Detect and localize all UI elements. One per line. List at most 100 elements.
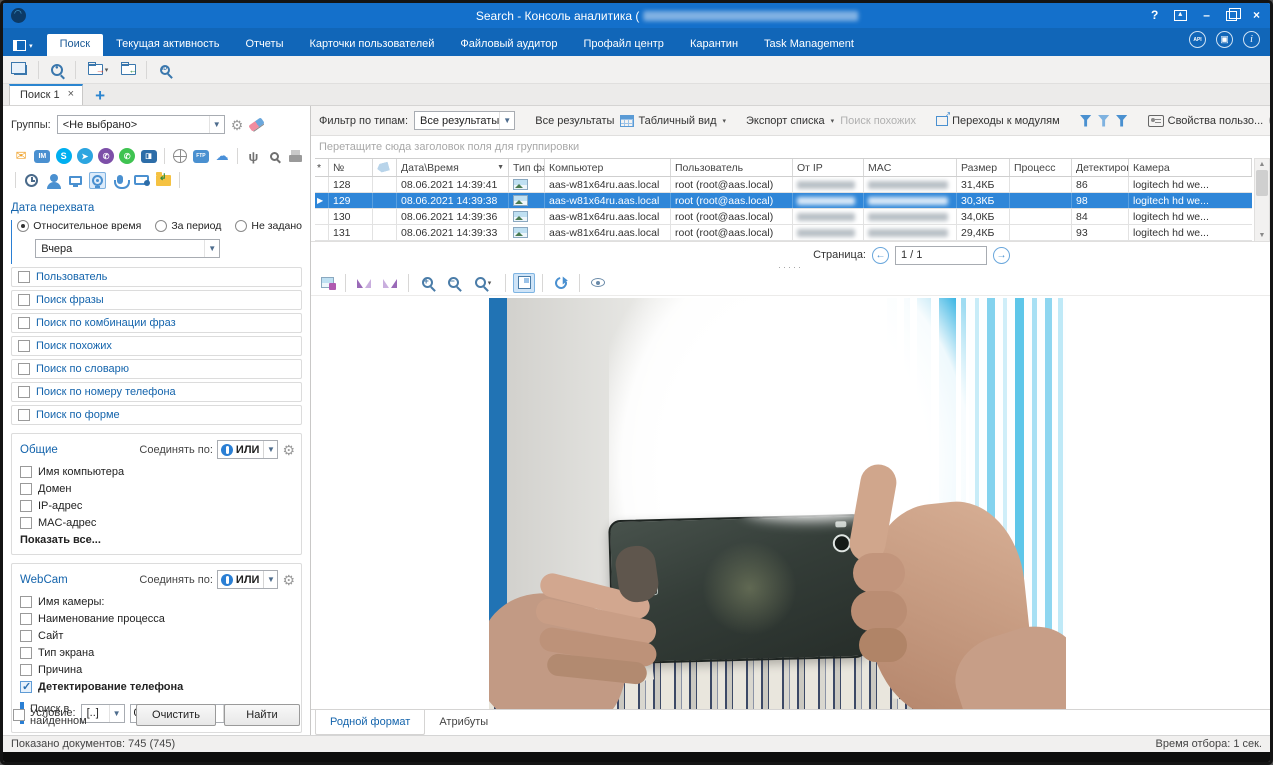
menu-tab-profile-center[interactable]: Профайл центр [570, 34, 676, 56]
find-button[interactable]: Найти [224, 704, 300, 726]
header-from-ip[interactable]: От IP [793, 159, 864, 176]
webcam-camera-name[interactable]: Имя камеры: [20, 593, 295, 610]
menu-tab-reports[interactable]: Отчеты [232, 34, 296, 56]
refresh-button[interactable] [550, 273, 572, 293]
radio-relative-time[interactable]: Относительное время [17, 220, 141, 232]
header-tag[interactable] [373, 159, 397, 176]
checkbox-icon[interactable] [20, 483, 32, 495]
checkbox-icon[interactable] [18, 409, 30, 421]
scroll-thumb[interactable] [1256, 170, 1268, 196]
filter-phone-number[interactable]: Поиск по номеру телефона [11, 382, 302, 402]
common-settings-icon[interactable]: ⚙ [282, 443, 295, 457]
menu-tab-user-cards[interactable]: Карточки пользователей [296, 34, 447, 56]
import-query-button[interactable] [117, 60, 139, 80]
tab-search-1[interactable]: Поиск 1 × [9, 84, 83, 105]
header-size[interactable]: Размер [957, 159, 1010, 176]
api-icon[interactable] [1189, 31, 1206, 48]
checkbox-icon[interactable] [18, 271, 30, 283]
header-mac[interactable]: MAC [864, 159, 957, 176]
webcam-phone-detection[interactable]: Детектирование телефона [20, 678, 295, 695]
filter-by-type-select[interactable]: Все результаты ▼ [414, 111, 515, 130]
search-by-id-button[interactable]: ID [154, 60, 176, 80]
menu-tab-quarantine[interactable]: Карантин [677, 34, 751, 56]
ftp-icon[interactable]: FTP [193, 148, 209, 165]
webcam-process-name[interactable]: Наименование процесса [20, 610, 295, 627]
info-icon[interactable] [1243, 31, 1260, 48]
filter-user[interactable]: Пользователь [11, 267, 302, 287]
save-image-button[interactable] [316, 273, 338, 293]
header-marker[interactable]: * [315, 159, 329, 176]
header-datetime[interactable]: Дата\Время▼ [397, 159, 509, 176]
cloud-icon[interactable]: ☁ [214, 148, 230, 165]
checkbox-icon[interactable] [20, 466, 32, 478]
modules-icon[interactable] [1216, 31, 1233, 48]
windows-button[interactable] [9, 60, 31, 80]
webcam-join-select[interactable]: ИЛИ ▼ [217, 570, 279, 589]
scroll-up-icon[interactable]: ▲ [1259, 159, 1266, 170]
skype-icon[interactable]: S [55, 148, 71, 165]
next-page-button[interactable]: → [993, 247, 1010, 264]
view-button[interactable] [587, 273, 609, 293]
folder-import-icon[interactable] [155, 172, 172, 189]
webcam-reason[interactable]: Причина [20, 661, 295, 678]
menu-tab-task-management[interactable]: Task Management [751, 34, 867, 56]
radio-for-period[interactable]: За период [155, 220, 221, 232]
keyboard-icon[interactable] [133, 172, 150, 189]
mail-icon[interactable]: ✉ [13, 148, 29, 165]
flip-left-button[interactable] [353, 273, 375, 293]
filter-phrase-combination[interactable]: Поиск по комбинации фраз [11, 313, 302, 333]
clock-icon[interactable] [23, 172, 40, 189]
printer-icon[interactable] [288, 148, 304, 165]
filter-funnel-1-button[interactable] [1080, 115, 1092, 127]
relative-date-select[interactable]: Вчера ▼ [35, 239, 220, 258]
im-icon[interactable]: IM [34, 148, 50, 165]
filter-funnel-3-button[interactable] [1116, 115, 1128, 127]
common-join-select[interactable]: ИЛИ ▼ [217, 440, 279, 459]
checkbox-icon[interactable] [20, 664, 32, 676]
usb-icon[interactable]: ψ [245, 148, 261, 165]
checkbox-icon[interactable] [20, 630, 32, 642]
table-row-selected[interactable]: ▶ 129 08.06.2021 14:39:38 aas-w81x64ru.a… [315, 193, 1252, 209]
tab-close-icon[interactable]: × [68, 89, 74, 100]
help-button[interactable]: ? [1151, 7, 1158, 23]
groups-settings-icon[interactable]: ⚙ [231, 118, 244, 132]
table-row[interactable]: 131 08.06.2021 14:39:33 aas-w81x64ru.aas… [315, 225, 1252, 241]
prev-page-button[interactable]: ← [872, 247, 889, 264]
search-in-found[interactable]: Поиск в найденном [13, 703, 128, 727]
clear-button[interactable]: Очистить [136, 704, 216, 726]
zoom-out-button[interactable]: − [442, 273, 464, 293]
checkbox-icon[interactable] [18, 294, 30, 306]
common-ip[interactable]: IP-адрес [20, 497, 295, 514]
export-list-button[interactable]: Экспорт списка▾ [746, 115, 834, 127]
webcam-icon[interactable] [89, 172, 106, 189]
minimize-button[interactable]: – [1203, 7, 1210, 23]
user-properties-button[interactable]: Свойства пользо... [1148, 115, 1264, 127]
add-tab-button[interactable]: + [95, 87, 105, 105]
groups-select[interactable]: <Не выбрано> ▼ [57, 115, 225, 134]
monitor-icon[interactable] [67, 172, 84, 189]
app-menu-button[interactable]: ▾ [13, 39, 33, 51]
table-view-button[interactable]: Табличный вид ▾ [620, 115, 726, 127]
tab-native-format[interactable]: Родной формат [315, 710, 425, 735]
microphone-icon[interactable] [111, 172, 128, 189]
header-camera[interactable]: Камера [1129, 159, 1252, 176]
fit-to-window-button[interactable] [513, 273, 535, 293]
checkbox-icon[interactable] [18, 386, 30, 398]
pin-window-button[interactable] [1174, 10, 1187, 21]
page-input[interactable]: 1 / 1 [895, 246, 987, 265]
filter-funnel-2-button[interactable] [1098, 115, 1110, 127]
restore-button[interactable] [1226, 11, 1237, 21]
table-scrollbar[interactable]: ▲ ▼ [1254, 158, 1270, 242]
zoom-level-button[interactable]: ▾ [468, 273, 498, 293]
menu-tab-file-auditor[interactable]: Файловый аудитор [447, 34, 570, 56]
http-icon[interactable] [172, 148, 188, 165]
webcam-screen-type[interactable]: Тип экрана [20, 644, 295, 661]
user-search-button[interactable] [46, 60, 68, 80]
header-detected[interactable]: Детектирова [1072, 159, 1129, 176]
webcam-site[interactable]: Сайт [20, 627, 295, 644]
filter-dictionary[interactable]: Поиск по словарю [11, 359, 302, 379]
whatsapp-icon[interactable]: ✆ [119, 148, 135, 165]
common-domain[interactable]: Домен [20, 480, 295, 497]
header-computer[interactable]: Компьютер [545, 159, 671, 176]
checkbox-icon[interactable] [20, 500, 32, 512]
